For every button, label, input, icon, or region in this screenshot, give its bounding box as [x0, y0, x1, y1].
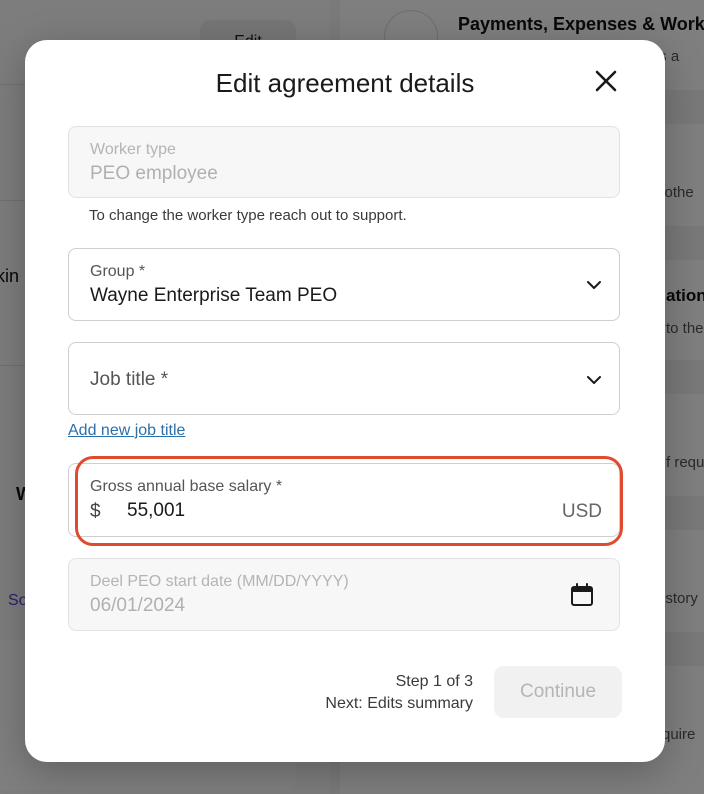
- close-button[interactable]: [593, 68, 619, 94]
- step-indicator: Step 1 of 3 Next: Edits summary: [325, 671, 473, 715]
- start-date-field: Deel PEO start date (MM/DD/YYYY) 06/01/2…: [68, 558, 620, 631]
- edit-agreement-modal: Edit agreement details Worker type PEO e…: [25, 40, 665, 762]
- calendar-icon[interactable]: [569, 582, 595, 608]
- salary-label: Gross annual base salary *: [90, 478, 283, 495]
- group-label: Group *: [90, 263, 146, 280]
- job-title-label: Job title *: [90, 369, 169, 390]
- close-icon: [595, 70, 617, 92]
- worker-type-value: PEO employee: [90, 163, 218, 184]
- start-date-label: Deel PEO start date (MM/DD/YYYY): [90, 573, 349, 590]
- currency-symbol: $: [90, 501, 101, 522]
- job-title-select[interactable]: Job title *: [68, 342, 620, 415]
- salary-input[interactable]: [127, 498, 507, 524]
- chevron-down-icon: [587, 376, 601, 384]
- salary-field[interactable]: Gross annual base salary * $ USD: [68, 463, 620, 537]
- group-select[interactable]: Group * Wayne Enterprise Team PEO: [68, 248, 620, 321]
- start-date-value: 06/01/2024: [90, 595, 186, 616]
- add-new-job-title-link[interactable]: Add new job title: [68, 422, 185, 440]
- worker-type-field: Worker type PEO employee: [68, 126, 620, 198]
- worker-type-helper-text: To change the worker type reach out to s…: [89, 207, 407, 224]
- worker-type-label: Worker type: [90, 141, 176, 158]
- step-count: Step 1 of 3: [395, 673, 473, 690]
- currency-code: USD: [561, 501, 602, 522]
- chevron-down-icon: [587, 281, 601, 289]
- modal-title: Edit agreement details: [215, 68, 475, 98]
- next-step-label: Next: Edits summary: [325, 695, 473, 712]
- continue-button[interactable]: Continue: [494, 666, 622, 718]
- group-value: Wayne Enterprise Team PEO: [90, 285, 338, 306]
